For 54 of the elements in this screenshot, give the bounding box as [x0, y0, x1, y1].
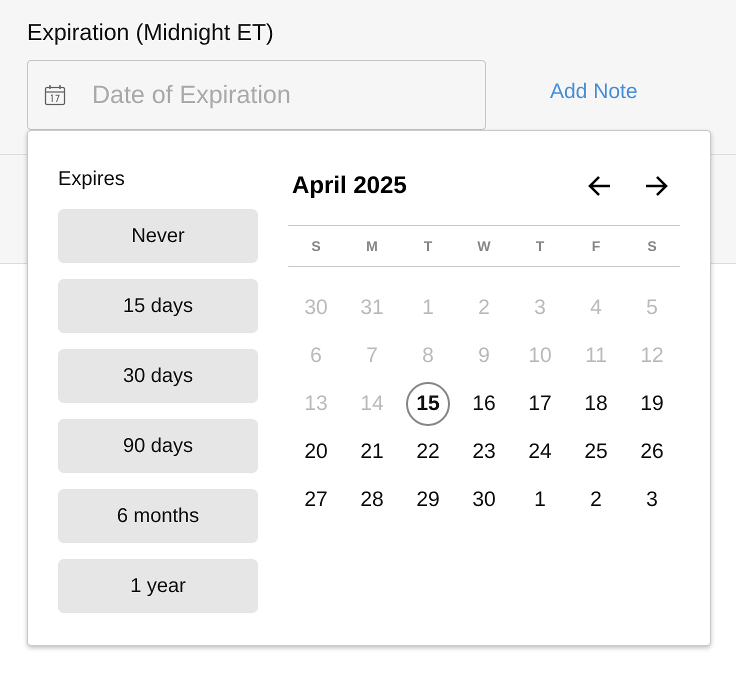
calendar-day: 11: [574, 334, 618, 378]
field-label: Expiration (Midnight ET): [27, 18, 275, 47]
calendar-day[interactable]: 15: [406, 382, 450, 426]
calendar-day: 8: [406, 334, 450, 378]
calendar-day: 13: [294, 382, 338, 426]
calendar-day[interactable]: 24: [518, 430, 562, 474]
calendar-day[interactable]: 26: [630, 430, 674, 474]
calendar-day[interactable]: 20: [294, 430, 338, 474]
preset-button[interactable]: Never: [58, 209, 258, 263]
calendar-day[interactable]: 19: [630, 382, 674, 426]
weekday-label: S: [646, 238, 658, 254]
weekday-label: M: [365, 238, 379, 254]
weekday-label: T: [422, 238, 434, 254]
calendar-day[interactable]: 16: [462, 382, 506, 426]
calendar-day[interactable]: 21: [350, 430, 394, 474]
calendar-day[interactable]: 18: [574, 382, 618, 426]
calendar-day[interactable]: 29: [406, 478, 450, 522]
calendar-day[interactable]: 3: [630, 478, 674, 522]
calendar-day: 1: [406, 286, 450, 330]
preset-button[interactable]: 30 days: [58, 349, 258, 403]
calendar-day[interactable]: 30: [462, 478, 506, 522]
date-field[interactable]: Date of Expiration: [27, 60, 486, 130]
calendar-day: 2: [462, 286, 506, 330]
weekday-label: T: [534, 238, 546, 254]
calendar-day[interactable]: 1: [518, 478, 562, 522]
calendar-day: 9: [462, 334, 506, 378]
calendar-day: 7: [350, 334, 394, 378]
calendar-day: 5: [630, 286, 674, 330]
calendar-day[interactable]: 23: [462, 430, 506, 474]
preset-button[interactable]: 90 days: [58, 419, 258, 473]
expires-label: Expires: [58, 167, 126, 191]
calendar-day[interactable]: 22: [406, 430, 450, 474]
preset-button[interactable]: 15 days: [58, 279, 258, 333]
preset-button[interactable]: 1 year: [58, 559, 258, 613]
calendar-day: 14: [350, 382, 394, 426]
calendar-day[interactable]: 27: [294, 478, 338, 522]
calendar-day: 12: [630, 334, 674, 378]
month-title: April 2025: [292, 172, 408, 200]
calendar-day: 3: [518, 286, 562, 330]
preset-button[interactable]: 6 months: [58, 489, 258, 543]
weekday-label: S: [310, 238, 322, 254]
calendar-day[interactable]: 28: [350, 478, 394, 522]
weekday-label: W: [476, 238, 492, 254]
calendar-day[interactable]: 2: [574, 478, 618, 522]
calendar-day[interactable]: 25: [574, 430, 618, 474]
next-month-icon[interactable]: [644, 175, 668, 197]
calendar-day: 6: [294, 334, 338, 378]
weekday-label: F: [590, 238, 602, 254]
calendar-day: 30: [294, 286, 338, 330]
previous-month-icon[interactable]: [588, 175, 612, 197]
calendar-day: 4: [574, 286, 618, 330]
calendar-day: 31: [350, 286, 394, 330]
calendar-day: 10: [518, 334, 562, 378]
calendar-day[interactable]: 17: [518, 382, 562, 426]
